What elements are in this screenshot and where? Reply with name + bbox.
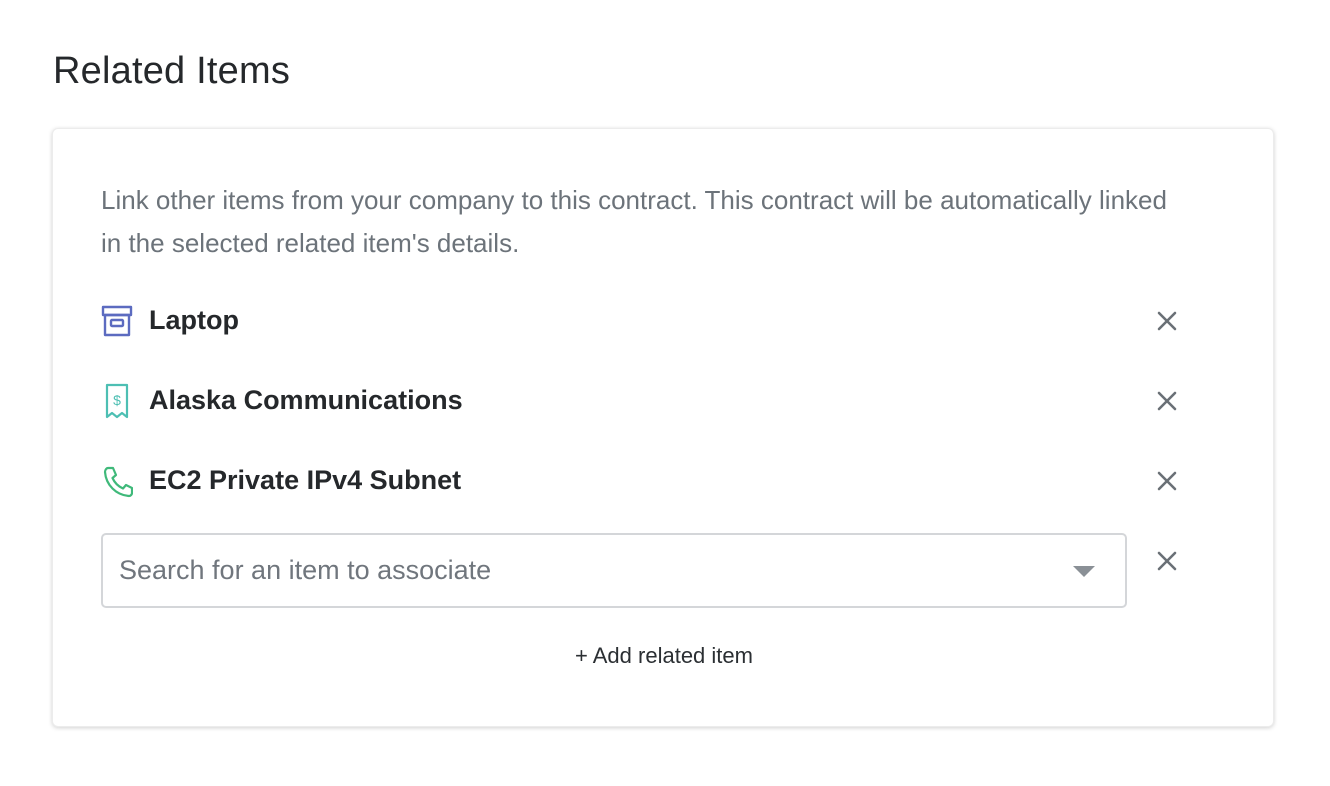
related-items-page: Related Items Link other items from your… [0, 0, 1330, 786]
chevron-down-icon[interactable] [1073, 566, 1095, 577]
related-item-label: Laptop [149, 305, 239, 335]
svg-text:$: $ [113, 392, 121, 408]
receipt-dollar-icon: $ [101, 383, 133, 419]
close-icon [1157, 391, 1177, 411]
related-item-row: EC2 Private IPv4 Subnet [101, 461, 1191, 501]
close-icon [1157, 471, 1177, 491]
related-item-row: Laptop [101, 301, 1191, 341]
phone-icon [101, 463, 133, 499]
remove-item-button[interactable] [1155, 469, 1179, 493]
related-item-label: EC2 Private IPv4 Subnet [149, 465, 462, 495]
remove-item-button[interactable] [1155, 309, 1179, 333]
close-icon [1157, 551, 1177, 571]
close-icon [1157, 311, 1177, 331]
section-title: Related Items [53, 50, 291, 92]
remove-search-button[interactable] [1155, 549, 1179, 573]
add-related-item-button[interactable]: + Add related item [53, 643, 1275, 669]
related-item-label: Alaska Communications [149, 385, 463, 415]
item-search-select[interactable] [101, 533, 1127, 608]
remove-item-button[interactable] [1155, 389, 1179, 413]
card-description: Link other items from your company to th… [101, 185, 1167, 258]
search-input[interactable] [119, 535, 1039, 606]
archive-box-icon [101, 303, 133, 339]
related-items-card: Link other items from your company to th… [52, 128, 1274, 727]
related-item-row: $ Alaska Communications [101, 381, 1191, 421]
